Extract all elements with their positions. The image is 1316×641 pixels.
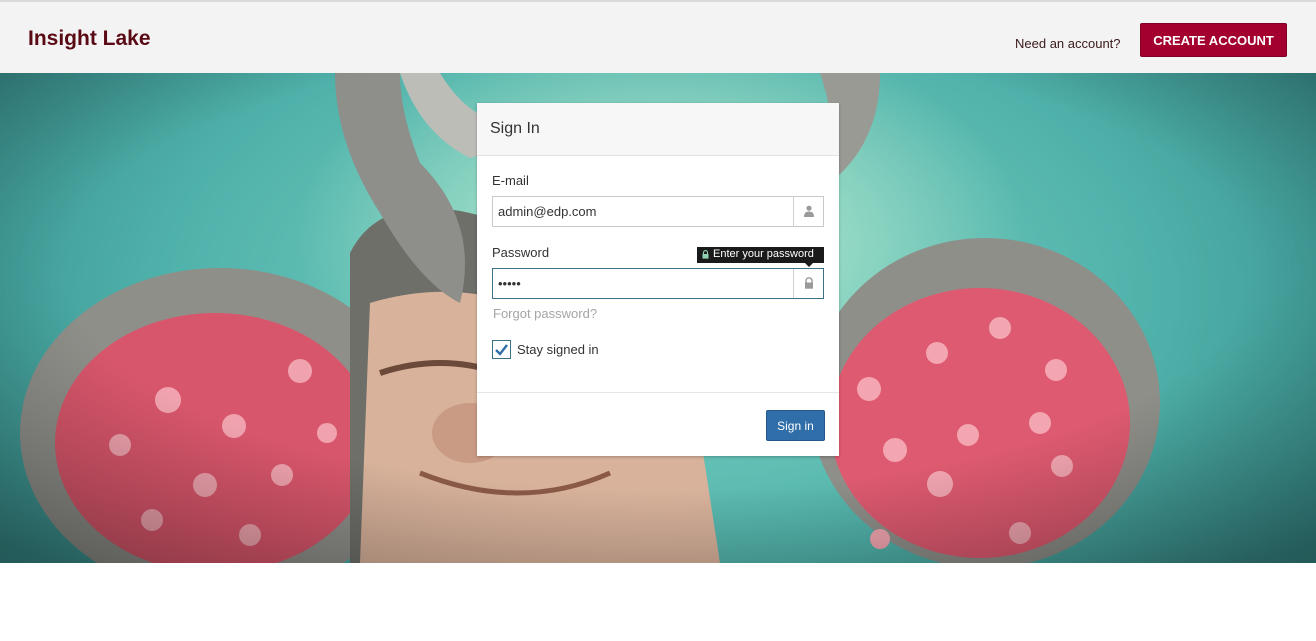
email-field-group [492, 196, 824, 227]
password-field-group [492, 268, 824, 299]
stay-signed-in-checkbox[interactable] [492, 340, 511, 359]
sign-in-panel: Sign In E-mail Password Enter your passw… [477, 103, 839, 456]
password-label: Password [492, 245, 550, 260]
forgot-password-link[interactable]: Forgot password? [493, 306, 597, 321]
password-tooltip-text: Enter your password [713, 248, 814, 260]
sign-in-button[interactable]: Sign in [766, 410, 825, 441]
checkmark-icon [495, 344, 508, 356]
lock-icon [793, 269, 823, 298]
panel-divider [477, 392, 839, 393]
email-label: E-mail [492, 173, 529, 188]
stay-signed-in-label[interactable]: Stay signed in [517, 342, 599, 357]
password-tooltip: Enter your password [697, 247, 824, 267]
lock-icon [702, 250, 709, 259]
create-account-button[interactable]: CREATE ACCOUNT [1140, 23, 1287, 57]
tooltip-arrow [805, 263, 813, 267]
sign-in-title: Sign In [490, 120, 540, 137]
brand-logo-text[interactable]: Insight Lake [28, 27, 151, 51]
top-header: Insight Lake Need an account? CREATE ACC… [0, 2, 1316, 73]
password-input[interactable] [493, 269, 793, 298]
need-account-link[interactable]: Need an account? [1015, 36, 1121, 51]
email-input[interactable] [493, 197, 793, 226]
user-icon [793, 197, 823, 226]
sign-in-panel-header: Sign In [477, 103, 839, 156]
